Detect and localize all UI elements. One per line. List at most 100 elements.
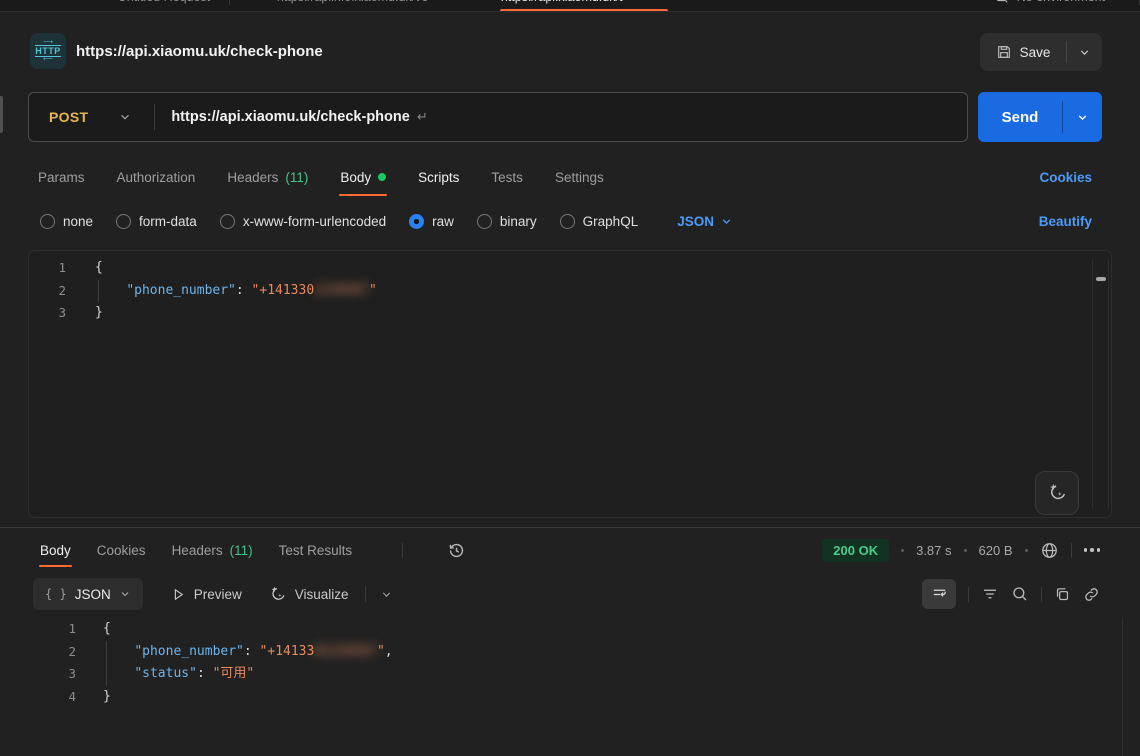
meta-divider <box>1071 543 1072 558</box>
tab-label: Cookies <box>97 543 146 558</box>
response-view-actions <box>922 579 1100 609</box>
editor-scrollbar[interactable] <box>1092 259 1109 509</box>
response-tab-headers[interactable]: Headers (11) <box>172 543 253 558</box>
response-time[interactable]: 3.87 s <box>916 543 951 558</box>
mode-form-data[interactable]: form-data <box>116 214 197 229</box>
tabs-divider <box>402 543 403 558</box>
tab-params[interactable]: Params <box>38 170 85 185</box>
mode-none[interactable]: none <box>40 214 93 229</box>
share-link-button[interactable] <box>1083 586 1100 603</box>
response-tab-test-results[interactable]: Test Results <box>279 543 353 558</box>
view-options-chevron[interactable] <box>380 588 393 601</box>
code-token <box>103 644 134 659</box>
response-format-selector[interactable]: { } JSON <box>33 578 143 610</box>
tab-authorization[interactable]: Authorization <box>117 170 196 185</box>
response-size[interactable]: 620 B <box>979 543 1013 558</box>
wrap-text-button[interactable] <box>922 579 956 609</box>
enter-hint: ↵ <box>417 109 428 125</box>
dot-separator <box>901 549 904 552</box>
code-line: 3 "status": "可用" <box>0 663 1120 686</box>
postbot-sparkle-icon <box>1046 482 1068 504</box>
visualize-button[interactable]: Visualize <box>268 585 349 604</box>
filter-button[interactable] <box>981 585 999 603</box>
workspace-tab-bar: GET Untitled Request GET https://apiinfo… <box>0 0 1140 12</box>
request-tab-1[interactable]: GET Untitled Request <box>71 0 229 4</box>
code-text: } <box>95 302 103 325</box>
tab-settings[interactable]: Settings <box>555 170 604 185</box>
tab-scripts[interactable]: Scripts <box>418 170 459 185</box>
cookies-link[interactable]: Cookies <box>1039 170 1092 185</box>
new-tab-button[interactable]: + <box>657 0 666 6</box>
code-line: 1{ <box>0 618 1120 641</box>
save-button[interactable]: Save <box>980 33 1066 71</box>
environment-selector[interactable]: No environment <box>995 0 1105 4</box>
send-button[interactable]: Send <box>978 92 1062 142</box>
play-icon <box>171 587 186 602</box>
method-selector-dropdown[interactable] <box>118 110 132 124</box>
search-icon <box>1011 585 1029 603</box>
headers-count-badge: (11) <box>285 170 308 185</box>
url-field[interactable]: https://api.xiaomu.uk/check-phone <box>171 109 409 125</box>
request-body-editor[interactable]: 1{2 "phone_number": "+1413301234567"3} <box>28 250 1112 518</box>
save-label: Save <box>1020 45 1051 60</box>
save-options-button[interactable] <box>1067 33 1102 71</box>
arrow-left-icon: ⟵ <box>43 57 53 62</box>
scrollbar-handle[interactable] <box>1096 277 1106 281</box>
language-value: JSON <box>677 214 714 229</box>
network-info-button[interactable] <box>1040 541 1059 560</box>
method-badge: GET <box>249 0 270 3</box>
line-number: 4 <box>0 686 76 709</box>
method-badge: POST <box>466 0 493 3</box>
mode-label: form-data <box>139 214 197 229</box>
line-number: 1 <box>29 257 66 280</box>
code-text: { <box>95 257 103 280</box>
response-tab-cookies[interactable]: Cookies <box>97 543 146 558</box>
code-text: "phone_number": "+1413301234567" <box>95 280 377 303</box>
save-button-group: Save <box>980 33 1102 71</box>
postbot-button[interactable] <box>1035 471 1079 515</box>
line-number: 2 <box>29 280 66 303</box>
code-token: 1234567 <box>314 283 369 298</box>
tab-title: Untitled Request <box>118 0 210 4</box>
tab-title: https://apiinfo.xiaomu.uk/ve <box>277 0 428 4</box>
mode-label: binary <box>500 214 537 229</box>
preview-button[interactable]: Preview <box>171 587 242 602</box>
language-selector[interactable]: JSON <box>677 214 733 229</box>
mode-graphql[interactable]: GraphQL <box>560 214 639 229</box>
line-number: 2 <box>0 641 76 664</box>
request-tab-3-active[interactable]: POST https://api.xiaomu.uk/t <box>447 0 641 4</box>
tab-tests[interactable]: Tests <box>491 170 523 185</box>
response-body-viewer[interactable]: 1{2 "phone_number": "+1413301234567",3 "… <box>0 618 1120 756</box>
search-response-button[interactable] <box>1011 585 1029 603</box>
save-icon <box>996 44 1012 60</box>
mode-raw[interactable]: raw <box>409 214 454 229</box>
more-options-button[interactable] <box>1084 548 1101 552</box>
code-token: " <box>369 283 377 298</box>
code-token: "status" <box>134 666 197 681</box>
tab-headers[interactable]: Headers (11) <box>227 170 308 185</box>
copy-button[interactable] <box>1054 586 1071 603</box>
code-token <box>103 666 134 681</box>
code-line: 2 "phone_number": "+1413301234567" <box>29 280 1111 303</box>
tab-body[interactable]: Body <box>340 170 386 185</box>
method-badge: GET <box>90 0 111 3</box>
send-options-button[interactable] <box>1063 92 1102 142</box>
code-token: "+141330 <box>252 283 315 298</box>
response-tab-body[interactable]: Body <box>40 543 71 558</box>
radio-icon <box>116 214 131 229</box>
tab-label: Test Results <box>279 543 353 558</box>
mode-binary[interactable]: binary <box>477 214 537 229</box>
beautify-link[interactable]: Beautify <box>1039 214 1092 229</box>
request-tab-2[interactable]: GET https://apiinfo.xiaomu.uk/ve <box>230 0 447 4</box>
tab-label: Params <box>38 170 85 185</box>
history-button[interactable] <box>447 541 466 560</box>
braces-icon: { } <box>45 587 67 601</box>
environment-icon <box>995 0 1009 4</box>
code-text: } <box>103 686 111 709</box>
http-request-icon: ⟶ HTTP ⟵ <box>30 33 66 69</box>
mode-label: raw <box>432 214 454 229</box>
status-badge[interactable]: 200 OK <box>822 539 889 562</box>
mode-x-www-form-urlencoded[interactable]: x-www-form-urlencoded <box>220 214 386 229</box>
response-toolbar: { } JSON Preview Visualize <box>0 578 1140 610</box>
code-line: 2 "phone_number": "+1413301234567", <box>0 641 1120 664</box>
